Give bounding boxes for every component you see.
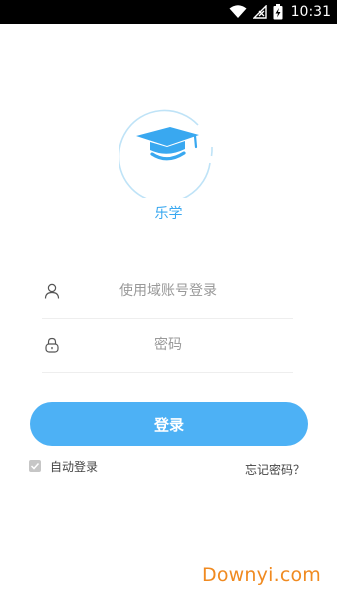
auto-login-checkbox[interactable] [29, 460, 41, 472]
battery-charging-icon [273, 4, 283, 20]
username-input[interactable] [78, 276, 258, 306]
auto-login-option[interactable]: 自动登录 [29, 458, 98, 474]
status-time: 10:31 [290, 4, 331, 20]
login-button[interactable]: 登录 [30, 402, 308, 446]
no-signal-icon [252, 5, 267, 19]
password-row [42, 318, 293, 373]
password-input[interactable] [78, 330, 258, 360]
watermark: Downyi.com [202, 564, 321, 586]
status-bar: 10:31 [0, 0, 337, 24]
checkmark-icon [30, 462, 40, 470]
app-logo [117, 100, 217, 204]
forgot-password-link[interactable]: 忘记密码？ [245, 461, 305, 478]
graduation-cap-smile-icon [117, 109, 213, 204]
lock-icon [45, 337, 59, 353]
wifi-icon [229, 5, 247, 18]
app-name: 乐学 [154, 206, 183, 222]
user-icon [44, 283, 60, 299]
auto-login-label: 自动登录 [50, 459, 99, 474]
username-row [42, 264, 293, 319]
status-icons: 10:31 [229, 3, 331, 21]
